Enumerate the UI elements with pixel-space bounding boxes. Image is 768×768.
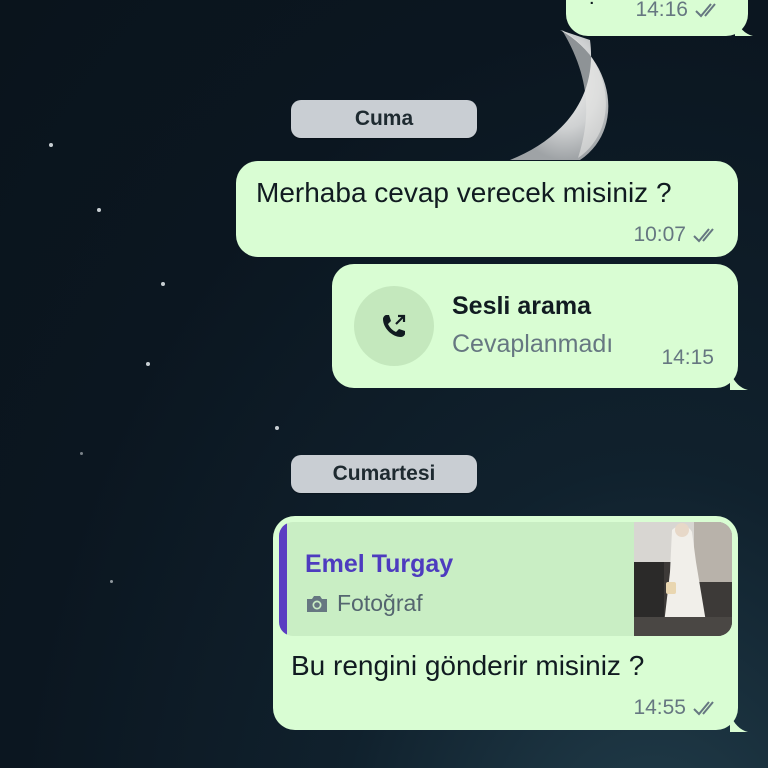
date-label: Cuma [354, 107, 414, 130]
message-meta: 10:07 [633, 223, 720, 247]
quote-accent-bar [279, 522, 287, 636]
photo-thumbnail[interactable] [634, 522, 732, 636]
star [97, 208, 101, 212]
star [275, 426, 279, 430]
quote-author: Emel Turgay [305, 550, 454, 578]
message-time: 14:15 [661, 346, 714, 369]
message-text: Bu rengini gönderir misiniz ? [291, 650, 645, 681]
camera-icon [307, 595, 327, 612]
message-meta: 14:16 [635, 0, 722, 22]
star [110, 580, 113, 583]
message-time: 14:16 [635, 0, 688, 21]
double-check-icon [695, 3, 716, 18]
message-time: 10:07 [633, 223, 686, 246]
call-status: Cevaplanmadı [452, 330, 614, 358]
outgoing-call-icon [383, 314, 406, 337]
quoted-message[interactable]: Emel Turgay Fotoğraf [279, 522, 732, 636]
double-check-icon [693, 228, 714, 243]
call-message[interactable]: Sesli arama Cevaplanmadı 14:15 [332, 264, 738, 388]
message-meta: 14:15 [661, 346, 714, 370]
quote-media-type: Fotoğraf [305, 590, 423, 617]
message-meta: 14:55 [633, 696, 720, 720]
reply-message[interactable]: Emel Turgay Fotoğraf Bu rengini gönderir… [273, 516, 738, 730]
bubble-tail [735, 18, 753, 36]
outgoing-message[interactable]: ? 14:16 [566, 0, 748, 36]
star [146, 362, 150, 366]
star [80, 452, 83, 455]
star [49, 143, 53, 147]
star [161, 282, 165, 286]
date-separator: Cuma [291, 100, 477, 138]
quote-media-label: Fotoğraf [337, 590, 423, 616]
bubble-tail [730, 714, 748, 732]
call-icon-circle [354, 286, 434, 366]
message-text: Merhaba cevap verecek misiniz ? [256, 177, 672, 208]
date-label: Cumartesi [332, 462, 436, 485]
double-check-icon [693, 701, 714, 716]
message-text: ? [586, 0, 598, 10]
bubble-tail [730, 372, 748, 390]
call-title: Sesli arama [452, 292, 591, 320]
outgoing-message[interactable]: Merhaba cevap verecek misiniz ? 10:07 [236, 161, 738, 257]
message-time: 14:55 [633, 696, 686, 719]
date-separator: Cumartesi [291, 455, 477, 493]
photo-thumbnail-image [634, 522, 732, 636]
